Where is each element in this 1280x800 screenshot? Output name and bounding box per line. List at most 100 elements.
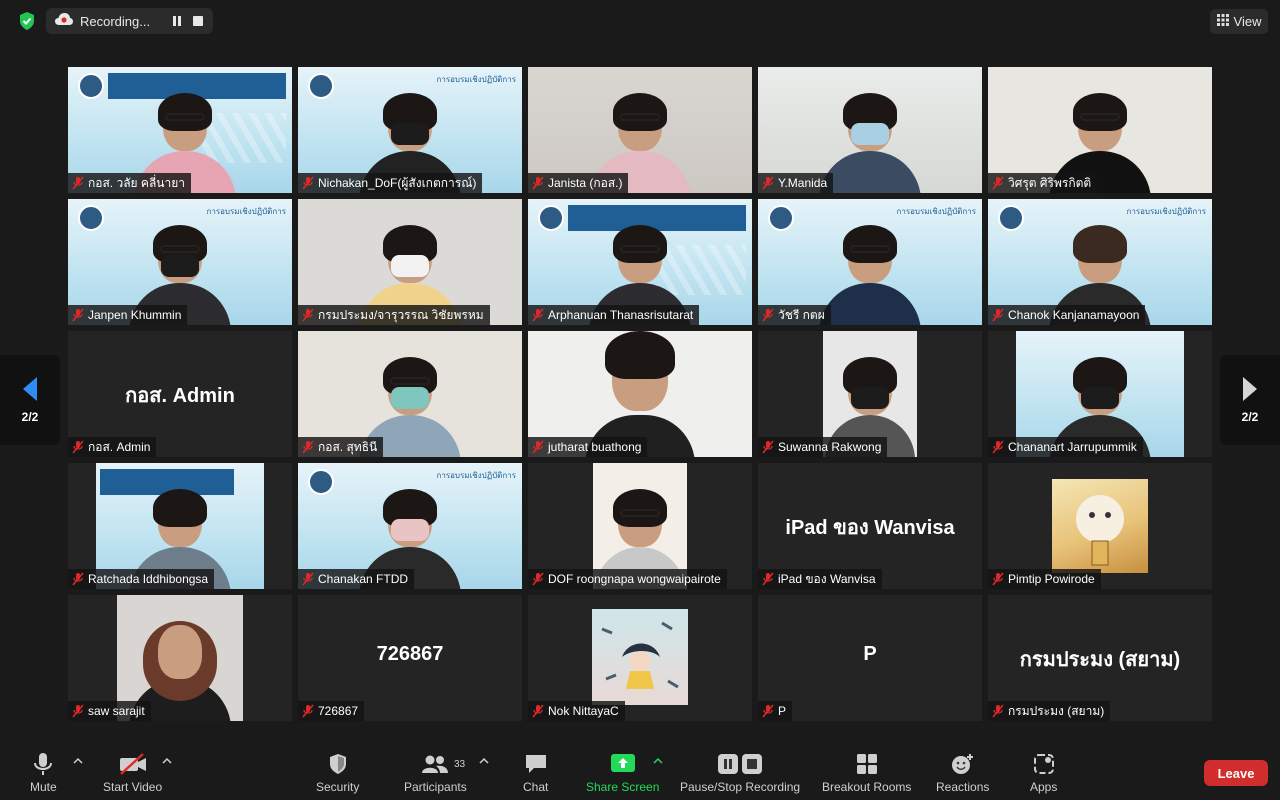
profile-picture bbox=[1052, 479, 1148, 573]
participant-tile[interactable]: กรมประมง (สยาม) กรมประมง (สยาม) bbox=[988, 595, 1212, 721]
mic-muted-icon bbox=[762, 704, 774, 718]
next-page-button[interactable]: 2/2 bbox=[1220, 355, 1280, 445]
participant-tile[interactable]: Janista (กอส.) bbox=[528, 67, 752, 193]
view-button[interactable]: View bbox=[1210, 9, 1268, 34]
mic-muted-icon bbox=[762, 440, 774, 454]
video-off-icon bbox=[119, 752, 147, 776]
participant-tile[interactable]: Arphanuan Thanasrisutarat bbox=[528, 199, 752, 325]
recording-indicator: Recording... bbox=[46, 8, 213, 34]
participant-nameplate: Chanok Kanjanamayoon bbox=[988, 305, 1146, 325]
participant-tile[interactable]: saw sarajit bbox=[68, 595, 292, 721]
participant-name: กรมประมง/จารุวรรณ วิชัยพรหม bbox=[318, 307, 484, 322]
participant-tile[interactable]: การอบรมเชิงปฏิบัติการ Chanakan FTDD bbox=[298, 463, 522, 589]
smiley-plus-icon bbox=[951, 752, 975, 776]
participant-tile[interactable]: iPad ของ Wanvisa iPad ของ Wanvisa bbox=[758, 463, 982, 589]
mic-muted-icon bbox=[762, 176, 774, 190]
participant-nameplate: วัชรี กตผ bbox=[758, 305, 831, 325]
page-indicator: 2/2 bbox=[21, 410, 39, 424]
pause-recording-icon[interactable] bbox=[170, 12, 184, 30]
participant-nameplate: saw sarajit bbox=[68, 701, 151, 721]
participant-name: กอส. สุทธินี bbox=[318, 439, 378, 454]
participant-name: Janista (กอส.) bbox=[548, 175, 623, 190]
participant-name: saw sarajit bbox=[88, 704, 145, 718]
participant-tile[interactable]: Ratchada Iddhibongsa bbox=[68, 463, 292, 589]
participant-display-name: กอส. Admin bbox=[125, 385, 235, 407]
participant-tile[interactable]: Pimtip Powirode bbox=[988, 463, 1212, 589]
apps-button[interactable]: Apps bbox=[1030, 752, 1057, 794]
participant-name: กรมประมง (สยาม) bbox=[1008, 703, 1105, 718]
participant-tile[interactable]: การอบรมเชิงปฏิบัติการ Chanok Kanjanamayo… bbox=[988, 199, 1212, 325]
participant-display-name: P bbox=[863, 643, 877, 665]
participant-tile[interactable]: Y.Manida bbox=[758, 67, 982, 193]
encryption-shield-icon[interactable] bbox=[14, 10, 40, 32]
participant-nameplate: กรมประมง/จารุวรรณ วิชัยพรหม bbox=[298, 305, 490, 325]
participant-display-name: iPad ของ Wanvisa bbox=[785, 517, 955, 539]
participant-name: วัชรี กตผ bbox=[778, 307, 825, 322]
participant-tile[interactable]: DOF roongnapa wongwaipairote bbox=[528, 463, 752, 589]
participant-nameplate: Janpen Khummin bbox=[68, 305, 188, 325]
security-label: Security bbox=[316, 780, 360, 794]
participant-name: Ratchada Iddhibongsa bbox=[88, 572, 209, 586]
participant-nameplate: DOF roongnapa wongwaipairote bbox=[528, 569, 727, 589]
breakout-rooms-icon bbox=[856, 752, 878, 776]
video-options-caret-icon[interactable] bbox=[162, 756, 172, 766]
pause-stop-recording-button[interactable]: Pause/Stop Recording bbox=[680, 752, 800, 794]
mute-button[interactable]: Mute bbox=[30, 752, 57, 794]
pause-stop-recording-label: Pause/Stop Recording bbox=[680, 780, 801, 794]
mic-muted-icon bbox=[302, 308, 314, 322]
share-screen-button[interactable]: Share Screen bbox=[586, 752, 659, 794]
participant-tile[interactable]: การอบรมเชิงปฏิบัติการ Nichakan_DoF(ผู้สั… bbox=[298, 67, 522, 193]
mic-muted-icon bbox=[992, 572, 1004, 586]
mic-muted-icon bbox=[532, 176, 544, 190]
mic-muted-icon bbox=[302, 704, 314, 718]
audio-options-caret-icon[interactable] bbox=[73, 756, 83, 766]
apps-icon bbox=[1033, 752, 1055, 776]
participant-name: Chananart Jarrupummik bbox=[1008, 440, 1137, 454]
participant-nameplate: Nichakan_DoF(ผู้สังเกตการณ์) bbox=[298, 173, 483, 193]
participant-name: Chanok Kanjanamayoon bbox=[1008, 308, 1140, 322]
participant-nameplate: วิศรุต ศิริพรกิตติ bbox=[988, 173, 1098, 193]
gallery-grid: กอส. วลัย คลี่นายา การอบรมเชิงปฏิบัติการ… bbox=[68, 67, 1212, 721]
mic-muted-icon bbox=[72, 440, 84, 454]
share-options-caret-icon[interactable] bbox=[653, 756, 663, 766]
mic-muted-icon bbox=[302, 572, 314, 586]
share-screen-icon bbox=[610, 752, 635, 776]
stop-recording-icon[interactable] bbox=[191, 12, 205, 30]
start-video-button[interactable]: Start Video bbox=[103, 752, 162, 794]
mic-muted-icon bbox=[762, 572, 774, 586]
participant-tile[interactable]: กอส. Admin กอส. Admin bbox=[68, 331, 292, 457]
reactions-button[interactable]: Reactions bbox=[936, 752, 989, 794]
participant-name: Pimtip Powirode bbox=[1008, 572, 1095, 586]
participant-nameplate: Chananart Jarrupummik bbox=[988, 437, 1143, 457]
participant-tile[interactable]: P P bbox=[758, 595, 982, 721]
participant-tile[interactable]: กรมประมง/จารุวรรณ วิชัยพรหม bbox=[298, 199, 522, 325]
participants-icon bbox=[421, 752, 449, 776]
view-label: View bbox=[1233, 14, 1262, 29]
participant-nameplate: jutharat buathong bbox=[528, 437, 648, 457]
participant-tile[interactable]: jutharat buathong bbox=[528, 331, 752, 457]
chat-button[interactable]: Chat bbox=[523, 752, 548, 794]
participant-tile[interactable]: Suwanna Rakwong bbox=[758, 331, 982, 457]
participant-tile[interactable]: การอบรมเชิงปฏิบัติการ Janpen Khummin bbox=[68, 199, 292, 325]
breakout-rooms-label: Breakout Rooms bbox=[822, 780, 912, 794]
participant-tile[interactable]: กอส. วลัย คลี่นายา bbox=[68, 67, 292, 193]
mic-muted-icon bbox=[72, 176, 84, 190]
participant-tile[interactable]: 726867 726867 bbox=[298, 595, 522, 721]
participant-nameplate: iPad ของ Wanvisa bbox=[758, 569, 882, 589]
mic-muted-icon bbox=[992, 308, 1004, 322]
participant-tile[interactable]: วิศรุต ศิริพรกิตติ bbox=[988, 67, 1212, 193]
participant-tile[interactable]: การอบรมเชิงปฏิบัติการ วัชรี กตผ bbox=[758, 199, 982, 325]
participants-options-caret-icon[interactable] bbox=[479, 756, 489, 766]
participant-tile[interactable]: กอส. สุทธินี bbox=[298, 331, 522, 457]
participant-tile[interactable]: Chananart Jarrupummik bbox=[988, 331, 1212, 457]
participant-name: Y.Manida bbox=[778, 176, 828, 190]
reactions-label: Reactions bbox=[936, 780, 990, 794]
previous-page-button[interactable]: 2/2 bbox=[0, 355, 60, 445]
security-button[interactable]: Security bbox=[316, 752, 359, 794]
breakout-rooms-button[interactable]: Breakout Rooms bbox=[822, 752, 911, 794]
mic-muted-icon bbox=[532, 704, 544, 718]
chat-label: Chat bbox=[523, 780, 549, 794]
leave-button[interactable]: Leave bbox=[1204, 760, 1268, 786]
mic-muted-icon bbox=[532, 572, 544, 586]
participant-tile[interactable]: Nok NittayaC bbox=[528, 595, 752, 721]
